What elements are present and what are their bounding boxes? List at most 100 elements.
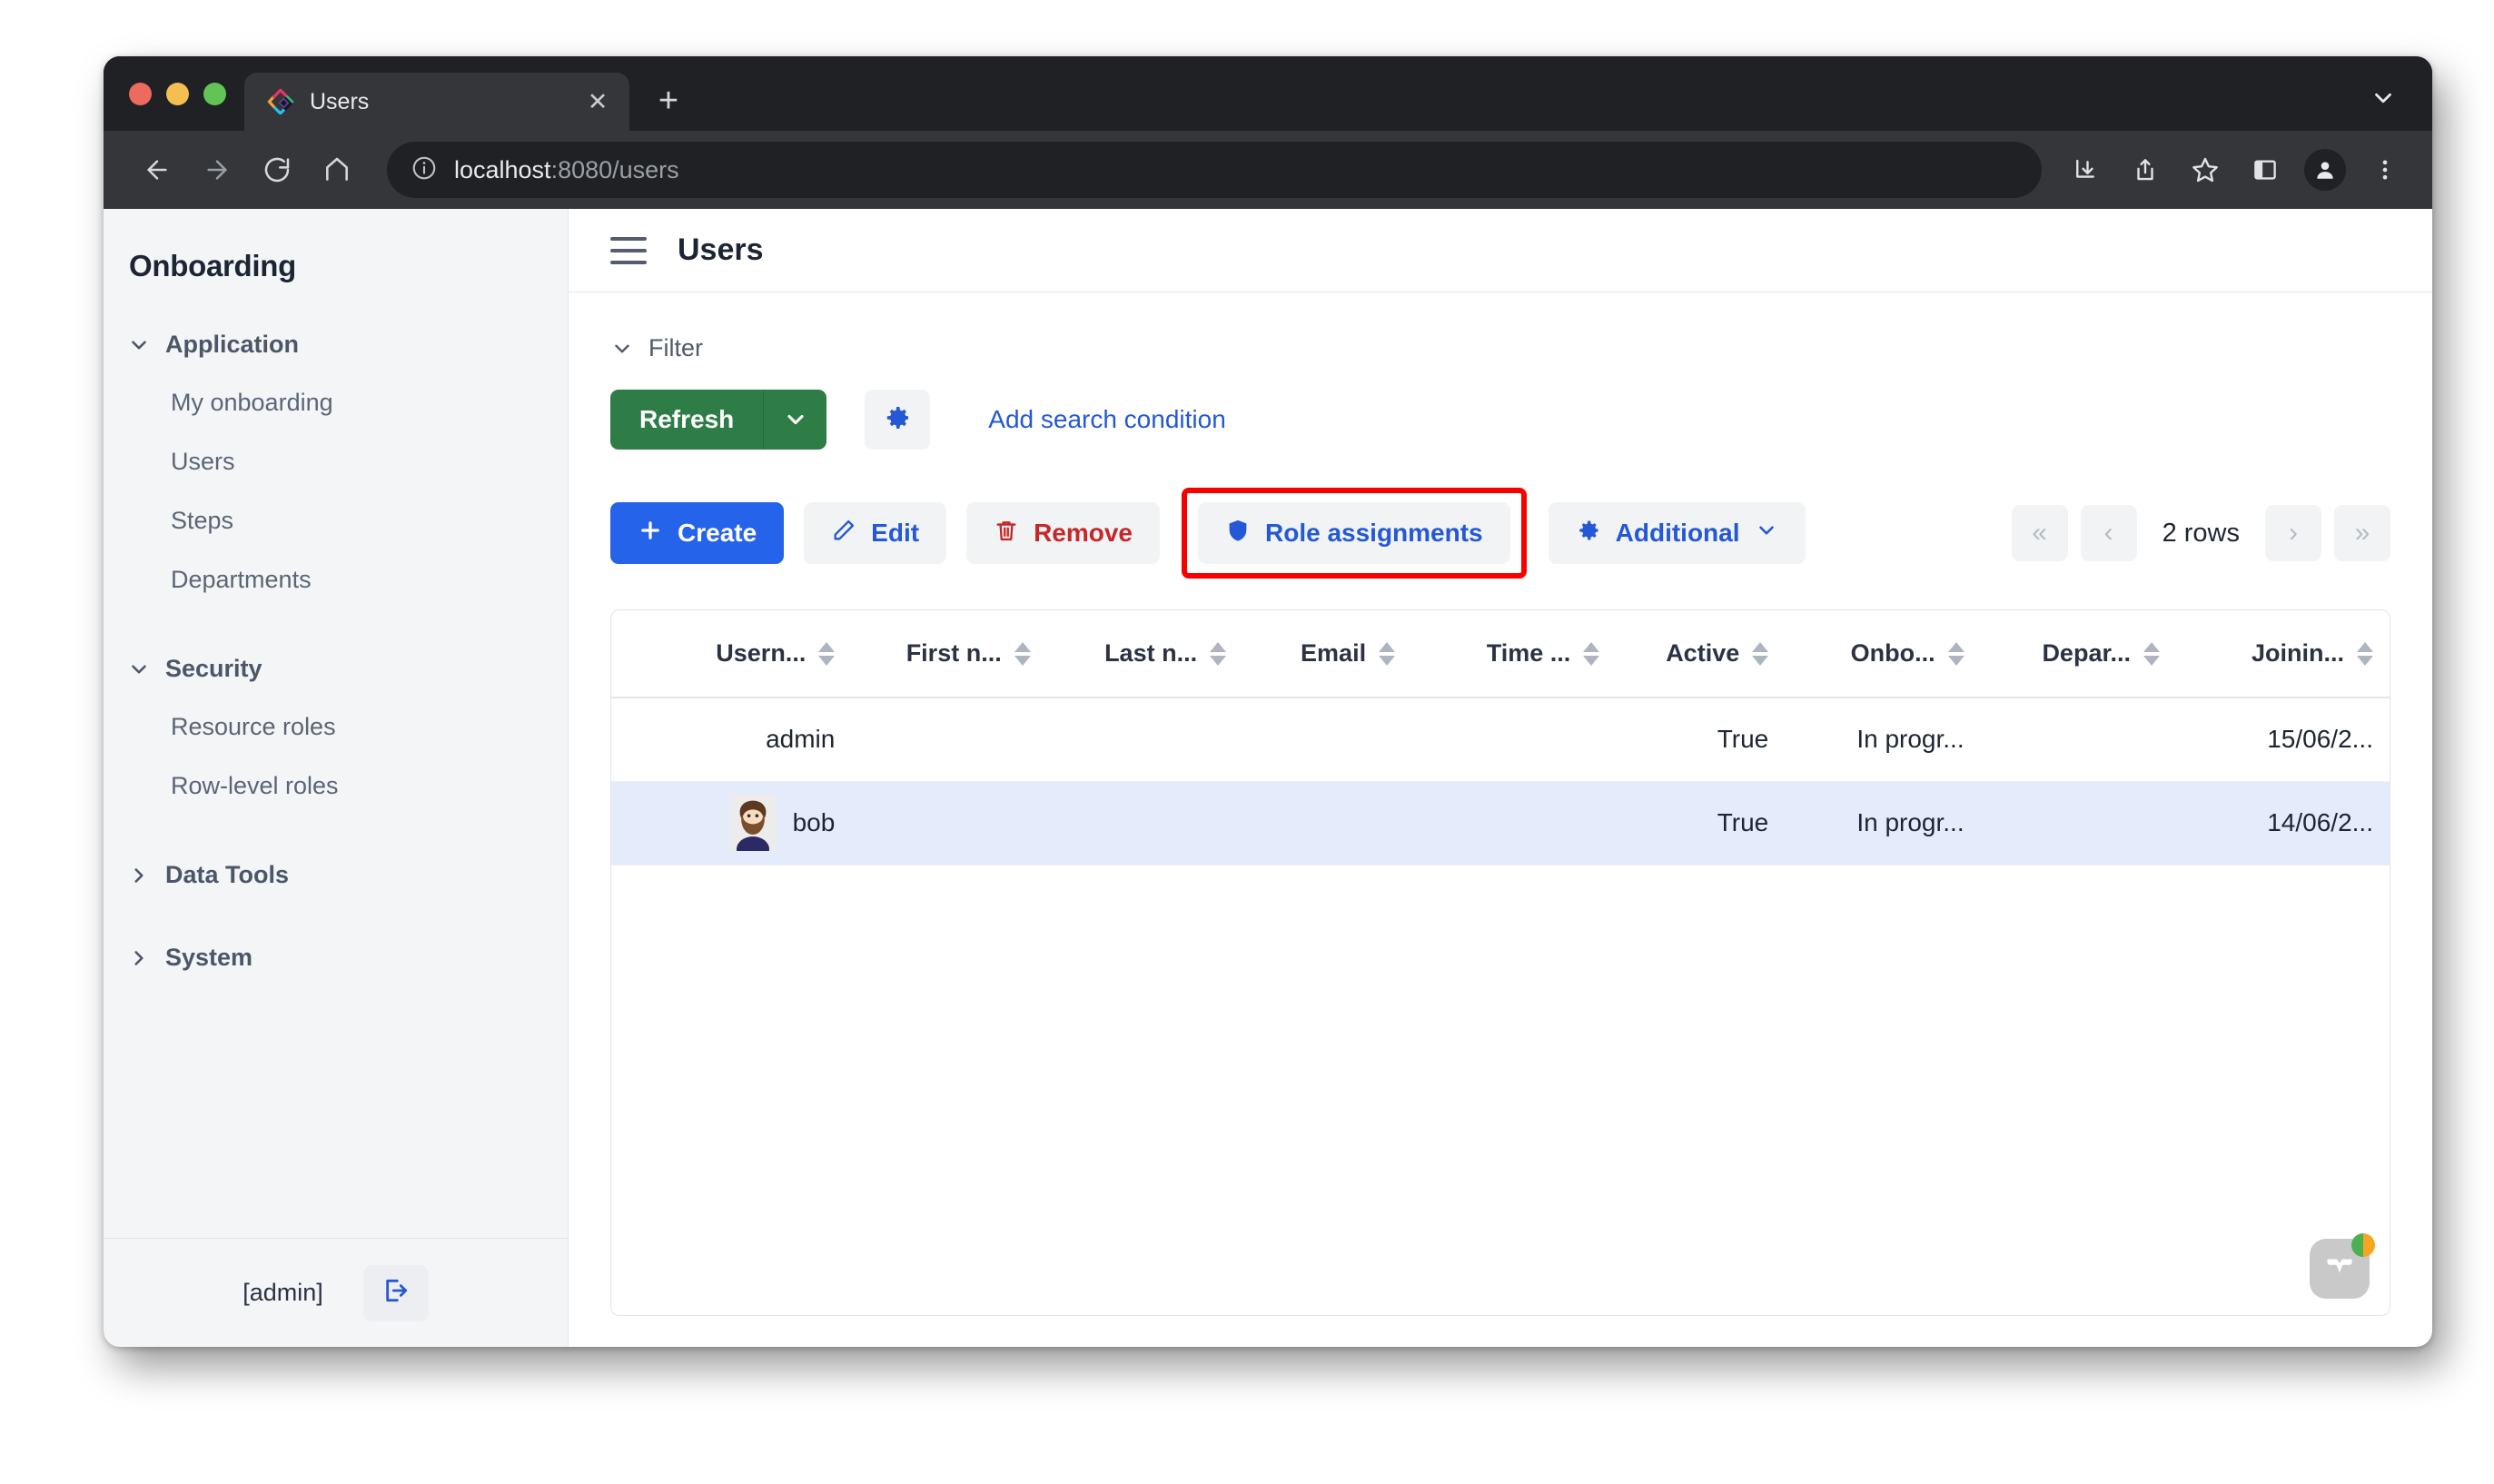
hamburger-menu-icon[interactable] [610,237,647,264]
chevron-down-icon [127,333,151,357]
sidebar-item-departments[interactable]: Departments [104,550,568,609]
username-text: bob [793,808,836,837]
side-panel-icon[interactable] [2238,143,2292,197]
chevron-down-icon [127,658,151,681]
sort-icon[interactable] [2357,642,2373,666]
last-page-button[interactable]: » [2334,505,2390,561]
role-assignments-button[interactable]: Role assignments [1198,502,1510,564]
refresh-dropdown-chevron-down-icon[interactable] [763,390,826,450]
users-table: Usern... First n... Last n... Email Time… [611,610,2390,866]
sort-icon[interactable] [1752,642,1768,666]
back-arrow-left-icon[interactable] [129,142,185,198]
sidebar-group-system[interactable]: System [104,929,568,986]
table-row[interactable]: admin True In progr... 15/06/2... [611,697,2390,781]
table-row[interactable]: bob True In progr... 14/06/2... [611,781,2390,865]
new-tab-button[interactable]: + [644,76,693,125]
next-page-button[interactable]: › [2265,505,2321,561]
profile-avatar-icon[interactable] [2298,143,2352,197]
widget-status-badge [2351,1233,2375,1257]
sidebar-group-data-tools[interactable]: Data Tools [104,846,568,904]
plus-icon [638,518,663,549]
bookmark-star-icon[interactable] [2178,143,2232,197]
info-circle-icon[interactable] [411,154,438,186]
filter-settings-button[interactable] [865,390,930,450]
column-header-time-zone[interactable]: Time ... [1411,610,1616,697]
sort-icon[interactable] [2143,642,2160,666]
cell-username: admin [611,697,851,781]
gear-icon [883,403,912,437]
sort-icon[interactable] [818,642,835,666]
close-tab-icon[interactable]: ✕ [580,84,615,119]
download-icon[interactable] [2058,143,2113,197]
three-dot-menu-icon[interactable] [2358,143,2412,197]
sidebar-group-application[interactable]: Application [104,316,568,373]
column-label: First n... [906,639,1002,668]
page-viewport: Onboarding Application My onboarding Use… [104,209,2432,1347]
sort-icon[interactable] [1014,642,1031,666]
sidebar-item-row-level-roles[interactable]: Row-level roles [104,757,568,816]
pencil-icon [831,518,856,549]
address-bar-url: localhost:8080/users [454,156,679,184]
sidebar-item-my-onboarding[interactable]: My onboarding [104,373,568,432]
filter-toggle[interactable]: Filter [610,334,2390,362]
logout-icon [381,1276,411,1310]
browser-tab[interactable]: Users ✕ [244,73,629,131]
column-header-active[interactable]: Active [1616,610,1785,697]
share-icon[interactable] [2118,143,2172,197]
minimize-window-button[interactable] [166,83,189,105]
edit-button[interactable]: Edit [804,502,946,564]
column-header-last-name[interactable]: Last n... [1047,610,1242,697]
create-button[interactable]: Create [610,502,784,564]
sidebar-group-security[interactable]: Security [104,640,568,697]
sidebar: Onboarding Application My onboarding Use… [104,209,569,1347]
sort-icon[interactable] [1379,642,1395,666]
column-label: Last n... [1104,639,1197,668]
cell-username: bob [611,781,851,865]
home-icon[interactable] [309,142,365,198]
sidebar-item-users[interactable]: Users [104,432,568,491]
column-label: Active [1666,639,1739,668]
sort-icon[interactable] [1210,642,1226,666]
sidebar-item-steps[interactable]: Steps [104,491,568,550]
window-traffic-lights [104,56,244,131]
action-toolbar: Create Edit Remove [610,488,2390,579]
cell-onboarding-status: In progr... [1785,781,1980,865]
pagination: « ‹ 2 rows › » [2012,505,2390,561]
column-header-email[interactable]: Email [1242,610,1411,697]
logout-button[interactable] [363,1265,429,1321]
main-body: Filter Refresh Add search condi [569,292,2432,1347]
create-button-label: Create [678,519,757,548]
column-header-first-name[interactable]: First n... [851,610,1046,697]
add-search-condition-link[interactable]: Add search condition [988,405,1226,434]
avatar [2304,149,2346,191]
sidebar-group-label: Security [165,655,262,683]
forward-arrow-right-icon[interactable] [189,142,245,198]
browser-tab-strip: Users ✕ + [104,56,2432,131]
sort-icon[interactable] [1583,642,1599,666]
reload-icon[interactable] [249,142,305,198]
prev-page-button[interactable]: ‹ [2081,505,2137,561]
sidebar-group-label: Data Tools [165,861,289,889]
column-header-joining-date[interactable]: Joinin... [2176,610,2390,697]
address-bar-omnibox[interactable]: localhost:8080/users [387,142,2042,198]
vaadin-widget-button[interactable] [2310,1239,2370,1299]
additional-button[interactable]: Additional [1549,502,1806,564]
sidebar-group-label: System [165,944,252,972]
sidebar-item-resource-roles[interactable]: Resource roles [104,697,568,757]
column-label: Email [1301,639,1366,668]
sort-icon[interactable] [1948,642,1965,666]
refresh-button[interactable]: Refresh [610,390,763,450]
column-header-onboarding-status[interactable]: Onbo... [1785,610,1980,697]
cell-joining-date: 14/06/2... [2176,781,2390,865]
first-page-button[interactable]: « [2012,505,2068,561]
close-window-button[interactable] [129,83,152,105]
remove-button-label: Remove [1034,519,1133,548]
browser-tab-title: Users [310,89,566,115]
remove-button[interactable]: Remove [966,502,1160,564]
maximize-window-button[interactable] [203,83,226,105]
chevron-down-icon [610,337,634,361]
column-header-username[interactable]: Usern... [611,610,851,697]
column-header-department[interactable]: Depar... [1981,610,2176,697]
chevron-right-icon [127,864,151,887]
tab-list-chevron-down-icon[interactable] [2360,74,2407,122]
